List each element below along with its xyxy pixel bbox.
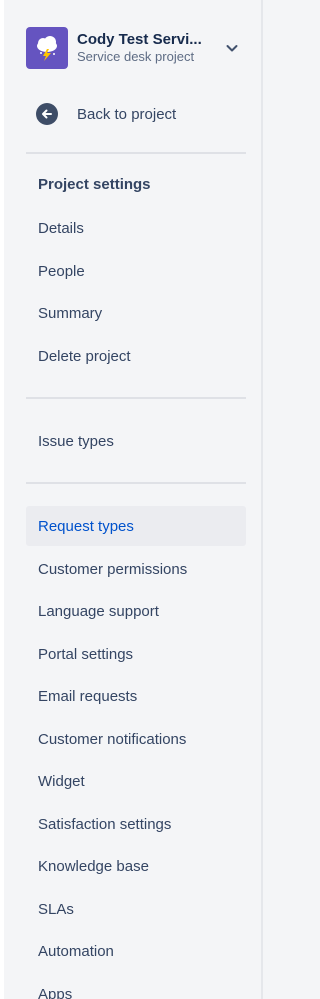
project-name: Cody Test Servi... xyxy=(77,31,202,48)
nav-item-issue-types[interactable]: Issue types xyxy=(26,421,246,461)
nav-item-customer-notifications[interactable]: Customer notifications xyxy=(26,719,246,759)
nav-item-people[interactable]: People xyxy=(26,251,246,291)
divider xyxy=(26,152,246,154)
nav-item-apps[interactable]: Apps xyxy=(26,974,246,999)
nav-item-satisfaction-settings[interactable]: Satisfaction settings xyxy=(26,804,246,844)
nav-item-email-requests[interactable]: Email requests xyxy=(26,676,246,716)
nav-item-request-types[interactable]: Request types xyxy=(26,506,246,546)
nav-item-language-support[interactable]: Language support xyxy=(26,591,246,631)
nav-item-slas[interactable]: SLAs xyxy=(26,889,246,929)
nav-item-knowledge-base[interactable]: Knowledge base xyxy=(26,846,246,886)
nav-item-automation[interactable]: Automation xyxy=(26,931,246,971)
nav-item-details[interactable]: Details xyxy=(26,208,246,248)
nav-item-customer-permissions[interactable]: Customer permissions xyxy=(26,549,246,589)
arrow-left-circle-icon xyxy=(36,103,58,125)
project-type: Service desk project xyxy=(77,49,195,64)
divider xyxy=(26,397,246,399)
project-sidebar: Cody Test Servi... Service desk project … xyxy=(0,0,263,999)
section-title-project-settings: Project settings xyxy=(38,176,151,193)
nav-item-portal-settings[interactable]: Portal settings xyxy=(26,634,246,674)
nav-item-widget[interactable]: Widget xyxy=(26,761,246,801)
nav-item-delete-project[interactable]: Delete project xyxy=(26,336,246,376)
divider xyxy=(26,482,246,484)
back-to-project-link[interactable]: Back to project xyxy=(26,96,248,132)
project-switcher[interactable]: Cody Test Servi... Service desk project xyxy=(26,26,248,70)
back-to-project-label: Back to project xyxy=(77,105,177,123)
chevron-down-icon[interactable] xyxy=(224,40,240,56)
nav-item-summary[interactable]: Summary xyxy=(26,293,246,333)
storm-cloud-icon xyxy=(26,27,68,69)
